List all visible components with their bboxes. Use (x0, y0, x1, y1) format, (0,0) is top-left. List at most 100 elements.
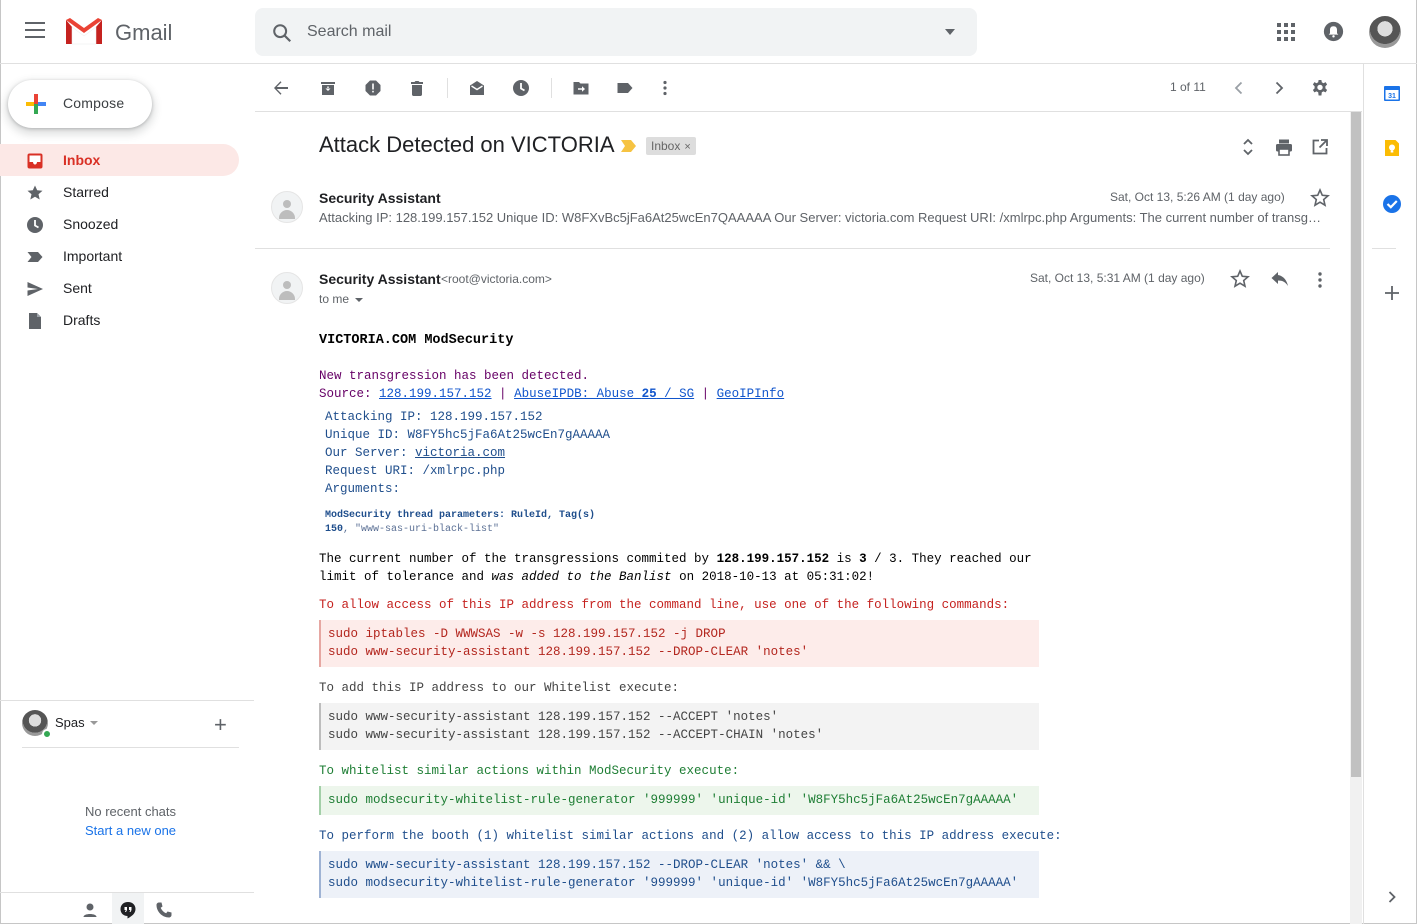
nav-item-sent[interactable]: Sent (0, 272, 239, 304)
link-separator: | (491, 387, 515, 401)
apps-grid-icon[interactable] (1277, 23, 1295, 41)
server-link[interactable]: victoria.com (415, 446, 505, 460)
summary-text: is (829, 552, 860, 566)
star-icon[interactable] (1310, 188, 1330, 208)
notifications-icon[interactable] (1323, 21, 1344, 42)
inbox-icon (27, 153, 43, 169)
scrollbar-thumb[interactable] (1351, 112, 1361, 777)
open-in-new-window-icon[interactable] (1310, 137, 1330, 157)
new-chat-plus-icon[interactable]: + (214, 714, 227, 736)
nav-item-inbox[interactable]: Inbox (0, 144, 239, 176)
rule-tag: , "www-sas-uri-black-list" (343, 524, 500, 535)
compose-plus-icon (26, 94, 46, 114)
toolbar-separator (447, 78, 448, 98)
settings-gear-icon[interactable] (1311, 79, 1329, 97)
nav-item-starred[interactable]: Starred (0, 176, 239, 208)
params-heading: ModSecurity thread parameters: RuleId, T… (325, 510, 596, 521)
sender-name[interactable]: Security Assistant (319, 271, 441, 287)
geoipinfo-link[interactable]: GeoIPInfo (717, 387, 785, 401)
our-server: Our Server: victoria.com (325, 444, 610, 462)
request-uri: Request URI: /xmlrpc.php (325, 464, 506, 478)
nav-label-important: Important (63, 248, 123, 264)
source-ip-link[interactable]: 128.199.157.152 (379, 387, 492, 401)
chevron-left-icon[interactable] (1230, 79, 1248, 97)
keep-icon[interactable] (1382, 138, 1402, 158)
abuseipdb-link[interactable]: AbuseIPDB: Abuse 25 / SG (514, 387, 694, 401)
command-line: sudo modsecurity-whitelist-rule-generato… (328, 876, 1019, 890)
print-icon[interactable] (1274, 137, 1294, 157)
chevron-right-icon[interactable] (1270, 79, 1288, 97)
nav-item-snoozed[interactable]: Snoozed (0, 208, 239, 240)
hangouts-icon[interactable] (119, 901, 137, 919)
star-icon[interactable] (1230, 269, 1250, 289)
nav-item-important[interactable]: Important (0, 240, 239, 272)
nav-label-sent: Sent (63, 280, 92, 296)
compose-button[interactable]: Compose (8, 80, 152, 128)
expand-all-icon[interactable] (1238, 137, 1258, 157)
move-to-icon[interactable] (572, 79, 590, 97)
expand-panel-chevron-icon[interactable] (1382, 887, 1402, 907)
side-panel: 31 (1363, 64, 1417, 924)
email-subject: Attack Detected on VICTORIA (319, 132, 615, 157)
person-icon[interactable] (81, 901, 99, 919)
chat-tabs (0, 892, 254, 924)
search-input[interactable] (307, 18, 907, 46)
abuse-suffix: / SG (656, 387, 695, 401)
chat-line-divider (22, 747, 239, 748)
allow-commands-box: sudo iptables -D WWWSAS -w -s 128.199.15… (319, 620, 1039, 667)
search-icon[interactable] (271, 22, 293, 44)
start-new-chat-link[interactable]: Start a new one (0, 823, 261, 838)
recipient-label: to me (319, 292, 350, 306)
remove-label-icon[interactable]: × (684, 141, 690, 153)
sender-name[interactable]: Security Assistant (319, 190, 441, 206)
chat-user-name: Spas (55, 715, 85, 730)
more-vert-icon[interactable] (656, 79, 674, 97)
message-date: Sat, Oct 13, 5:31 AM (1 day ago) (1030, 271, 1205, 285)
phone-icon[interactable] (155, 901, 173, 919)
nav-label-starred: Starred (63, 184, 109, 200)
message-separator (255, 248, 1330, 249)
command-line: sudo www-security-assistant 128.199.157.… (328, 728, 824, 742)
gmail-logo[interactable] (64, 16, 104, 46)
account-avatar[interactable] (1369, 16, 1401, 48)
command-line: sudo modsecurity-whitelist-rule-generato… (328, 793, 1019, 807)
attacking-ip: Attacking IP: 128.199.157.152 (325, 410, 543, 424)
modsecurity-command-box: sudo modsecurity-whitelist-rule-generato… (319, 786, 1039, 815)
summary-ip: 128.199.157.152 (716, 552, 830, 566)
pager-count: 1 of 11 (1170, 80, 1206, 94)
unique-id: Unique ID: W8FY5hc5jFa6At25wcEn7gAAAAA (325, 428, 611, 442)
whitelist-caption: To add this IP address to our Whitelist … (319, 681, 680, 695)
message-toolbar: 1 of 11 (255, 64, 1362, 112)
report-spam-icon[interactable] (364, 79, 382, 97)
message-snippet[interactable]: Attacking IP: 128.199.157.152 Unique ID:… (319, 210, 1322, 225)
search-bar[interactable] (255, 8, 977, 56)
important-marker-icon[interactable] (621, 140, 637, 152)
mark-unread-icon[interactable] (468, 79, 486, 97)
nav-item-drafts[interactable]: Drafts (0, 304, 239, 336)
nav-label-inbox: Inbox (63, 152, 101, 168)
recipient-details[interactable]: to me (319, 292, 364, 306)
calendar-icon[interactable]: 31 (1382, 83, 1402, 103)
chevron-down-icon[interactable] (355, 297, 364, 302)
command-line: sudo www-security-assistant 128.199.157.… (328, 710, 779, 724)
back-arrow-icon[interactable] (272, 79, 290, 97)
source-label: Source: (319, 387, 380, 401)
message-date: Sat, Oct 13, 5:26 AM (1 day ago) (1110, 190, 1285, 204)
params-values: 150, "www-sas-uri-black-list" (325, 523, 595, 537)
delete-icon[interactable] (408, 79, 426, 97)
tasks-icon[interactable] (1382, 194, 1402, 214)
search-options-icon[interactable] (945, 29, 955, 35)
send-icon (27, 282, 43, 296)
chevron-down-icon[interactable] (90, 721, 98, 725)
more-vert-icon[interactable] (1310, 270, 1330, 290)
archive-icon[interactable] (319, 79, 337, 97)
command-line: sudo www-security-assistant 128.199.157.… (328, 645, 809, 659)
inbox-label-chip: Inbox × (646, 137, 696, 155)
add-addon-plus-icon[interactable] (1382, 283, 1402, 303)
sender-email: <root@victoria.com> (441, 272, 552, 286)
main-menu-icon[interactable] (22, 22, 48, 42)
snooze-clock-icon[interactable] (512, 79, 530, 97)
label-icon[interactable] (616, 79, 634, 97)
reply-icon[interactable] (1270, 270, 1290, 290)
summary-text: limit of tolerance and (319, 570, 492, 584)
